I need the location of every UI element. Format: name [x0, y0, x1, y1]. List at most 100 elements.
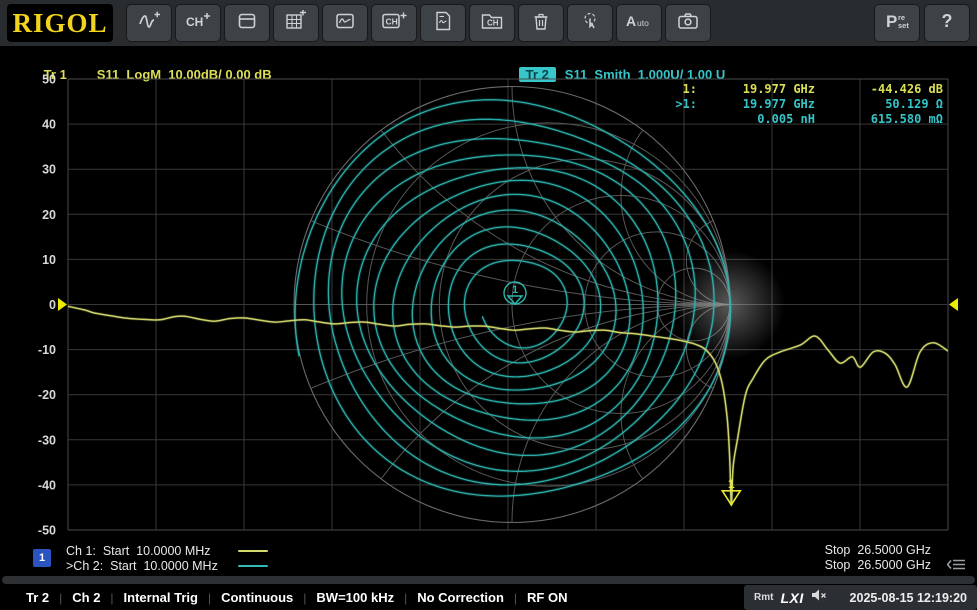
help-icon: ?: [937, 9, 957, 38]
marker-label: 1:: [665, 82, 697, 97]
channel1-trace-swatch: [238, 550, 268, 552]
marker-value: 615.580 mΩ: [815, 112, 943, 127]
vna-screen: RIGOL CH CH CH Auto Preset? Tr 1S11 LogM 10…: [0, 0, 977, 610]
status-items: Tr 2|Ch 2|Internal Trig|Continuous|BW=10…: [0, 590, 577, 605]
svg-text:CH: CH: [186, 15, 203, 29]
marker-label: >1:: [665, 97, 697, 112]
channel2-stop: Stop 26.5000 GHz: [825, 558, 931, 573]
svg-text:0: 0: [49, 298, 56, 312]
svg-text:P: P: [886, 12, 897, 31]
channel1-row[interactable]: Ch 1: Start 10.0000 MHz: [66, 543, 268, 558]
channel-window-button[interactable]: CH: [371, 4, 417, 42]
svg-text:-30: -30: [38, 433, 56, 447]
svg-text:-20: -20: [38, 388, 56, 402]
status-item-ch-2[interactable]: Ch 2: [62, 590, 110, 605]
status-item-no-correction[interactable]: No Correction: [407, 590, 514, 605]
marker-freq: 19.977 GHz: [697, 82, 815, 97]
help-button[interactable]: ?: [924, 4, 970, 42]
svg-text:1: 1: [728, 477, 735, 491]
svg-text:set: set: [898, 21, 909, 30]
trace-add-icon: [137, 10, 161, 37]
marker-value: 50.129 Ω: [815, 97, 943, 112]
plot-area[interactable]: 1 1 50 40 30 20 10 0 -10 -20 -30 -40 -50: [0, 74, 977, 540]
marker-freq: 0.005 nH: [697, 112, 815, 127]
add-channel-button[interactable]: CH: [175, 4, 221, 42]
ch-window-icon: CH: [381, 10, 408, 37]
marker-freq: 19.977 GHz: [697, 97, 815, 112]
recall-channel-button[interactable]: CH: [469, 4, 515, 42]
svg-text:50: 50: [42, 74, 56, 87]
menu-collapse-icon[interactable]: [947, 558, 967, 574]
channel-stop-rows: Stop 26.5000 GHz Stop 26.5000 GHz: [825, 543, 931, 573]
channel2-trace-swatch: [238, 565, 268, 567]
status-right: Rmt LXI 2025-08-15 12:19:20: [744, 585, 977, 610]
svg-text:10: 10: [42, 253, 56, 267]
channel-start-rows: Ch 1: Start 10.0000 MHz >Ch 2: Start 10.…: [66, 543, 268, 573]
marker-label: [665, 112, 697, 127]
toolbar-buttons: CH CH CH Auto: [126, 4, 711, 42]
svg-text:?: ?: [942, 11, 953, 31]
lxi-indicator: LXI: [780, 590, 803, 606]
trace-window-icon: [334, 10, 356, 37]
channel-number-badge[interactable]: 1: [33, 549, 51, 567]
marker-row: 1: 19.977 GHz -44.426 dB: [665, 82, 943, 97]
table-add-icon: [284, 10, 308, 37]
preset-button[interactable]: Preset: [874, 4, 920, 42]
trace2-smith-curve: [295, 100, 730, 496]
remote-indicator: Rmt: [754, 592, 773, 603]
ch-add-icon: CH: [184, 10, 212, 37]
datetime: 2025-08-15 12:19:20: [850, 591, 967, 605]
preset-icon: Preset: [883, 9, 911, 38]
camera-icon: [676, 10, 700, 37]
channel1-start: Ch 1: Start 10.0000 MHz: [66, 544, 238, 558]
delete-button[interactable]: [518, 4, 564, 42]
svg-text:1: 1: [512, 284, 518, 296]
svg-text:A: A: [626, 13, 636, 29]
svg-text:-10: -10: [38, 343, 56, 357]
trace-header: Tr 1S11 LogM 10.00dB/ 0.00 dB Tr 2S11 Sm…: [0, 46, 977, 74]
svg-text:30: 30: [42, 163, 56, 177]
channel-info: 1 Ch 1: Start 10.0000 MHz >Ch 2: Start 1…: [0, 540, 977, 576]
status-item-bw-100-khz[interactable]: BW=100 kHz: [306, 590, 404, 605]
window-icon: [236, 10, 258, 37]
auto-scale-button[interactable]: Auto: [616, 4, 662, 42]
status-item-continuous[interactable]: Continuous: [211, 590, 303, 605]
status-bar: Tr 2|Ch 2|Internal Trig|Continuous|BW=10…: [0, 585, 977, 610]
svg-text:CH: CH: [385, 16, 397, 26]
y-axis-labels: 50 40 30 20 10 0 -10 -20 -30 -40 -50: [38, 74, 56, 538]
status-item-internal-trig[interactable]: Internal Trig: [114, 590, 208, 605]
window-layout-button[interactable]: [224, 4, 270, 42]
touch-icon: [579, 10, 601, 37]
bottom-bezel-strip: [2, 576, 975, 584]
svg-text:-50: -50: [38, 524, 56, 538]
toolbar-right-buttons: Preset?: [874, 4, 970, 42]
svg-text:20: 20: [42, 208, 56, 222]
channel1-stop: Stop 26.5000 GHz: [825, 543, 931, 558]
toolbar: RIGOL CH CH CH Auto Preset?: [0, 0, 977, 46]
trace-window-button[interactable]: [322, 4, 368, 42]
doc-trace-icon: [432, 10, 454, 37]
rigol-logo: RIGOL: [7, 4, 113, 42]
save-trace-button[interactable]: [420, 4, 466, 42]
smith-graticule: [0, 74, 977, 540]
mute-icon: [811, 588, 827, 607]
marker-row: >1: 19.977 GHz 50.129 Ω: [665, 97, 943, 112]
add-trace-button[interactable]: [126, 4, 172, 42]
svg-text:40: 40: [42, 118, 56, 132]
marker-row: 0.005 nH 615.580 mΩ: [665, 112, 943, 127]
status-item-rf-on[interactable]: RF ON: [517, 590, 577, 605]
folder-ch-icon: CH: [480, 10, 504, 37]
table-add-button[interactable]: [273, 4, 319, 42]
svg-text:CH: CH: [487, 18, 499, 27]
trash-icon: [530, 10, 552, 37]
touch-button[interactable]: [567, 4, 613, 42]
rigol-logo-text: RIGOL: [12, 8, 107, 39]
marker-value: -44.426 dB: [815, 82, 943, 97]
screenshot-button[interactable]: [665, 4, 711, 42]
svg-text:uto: uto: [637, 18, 649, 28]
svg-text:-40: -40: [38, 478, 56, 492]
channel2-start: >Ch 2: Start 10.0000 MHz: [66, 559, 238, 573]
status-item-tr-2[interactable]: Tr 2: [16, 590, 59, 605]
channel2-row[interactable]: >Ch 2: Start 10.0000 MHz: [66, 558, 268, 573]
auto-icon: Auto: [624, 10, 654, 37]
